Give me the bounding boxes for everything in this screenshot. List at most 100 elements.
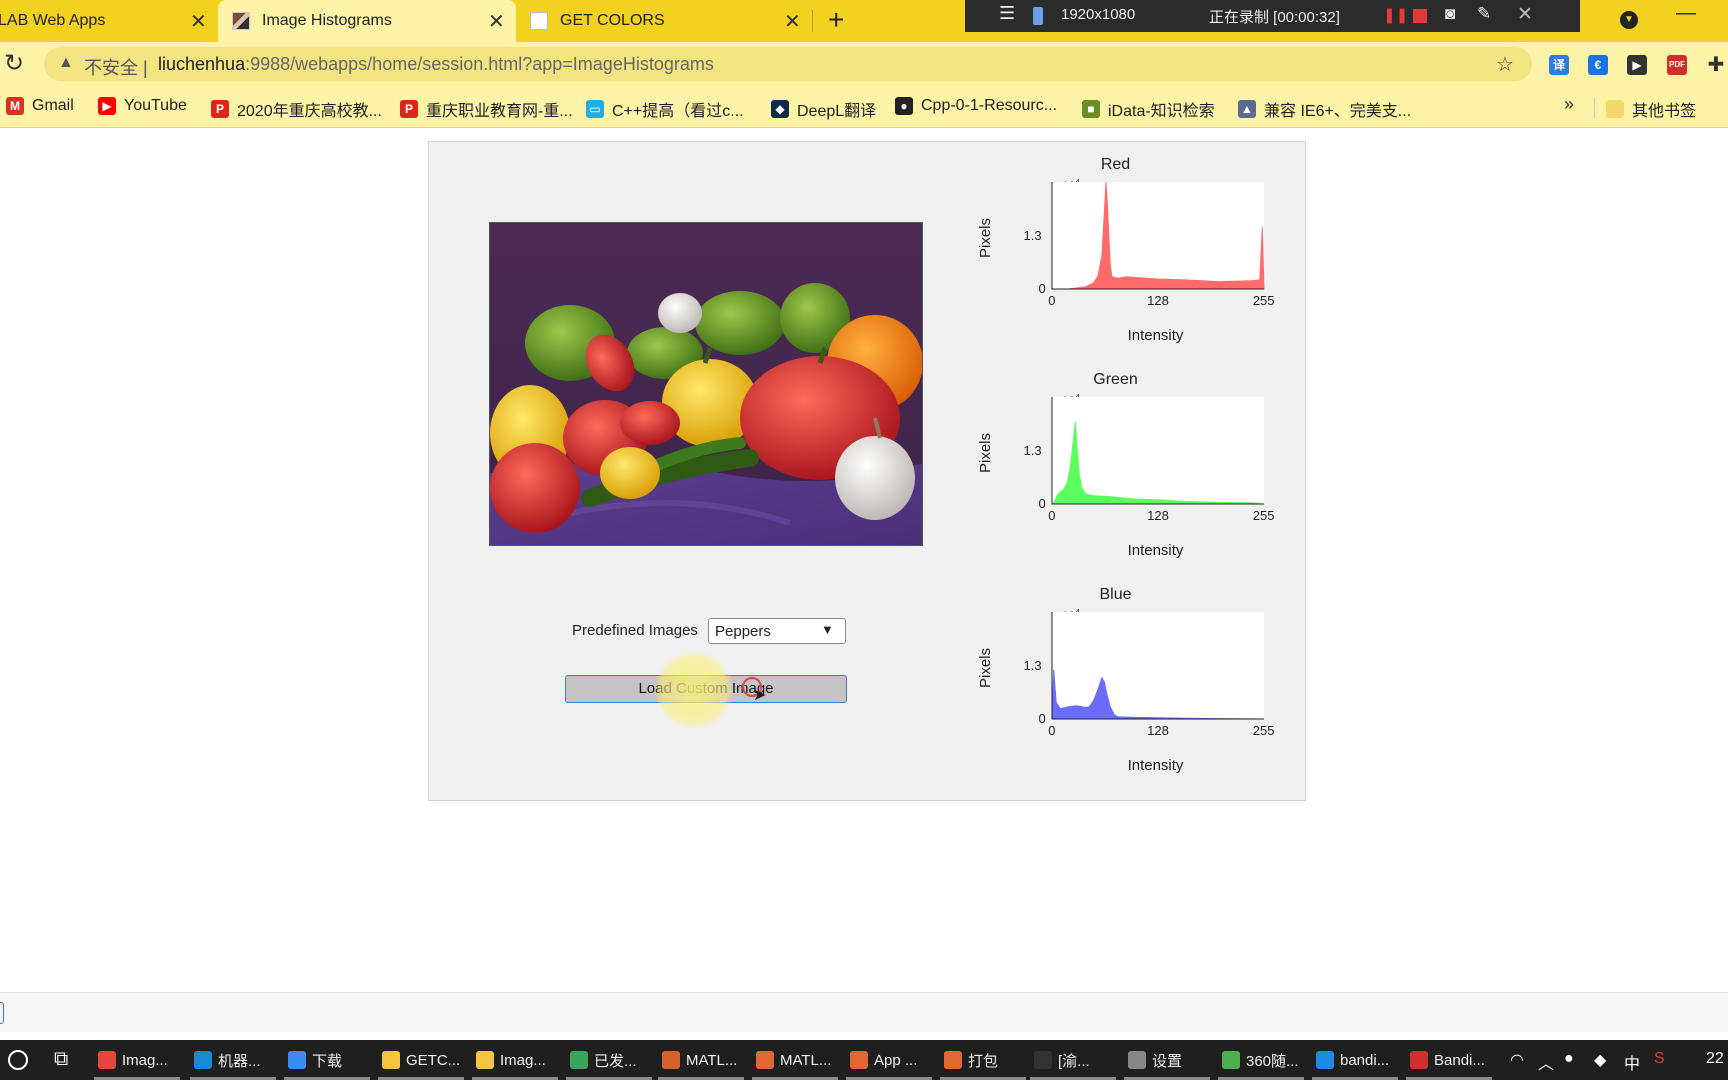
- taskbar-item[interactable]: 机器...: [188, 1040, 278, 1080]
- plot-area: [1052, 612, 1264, 719]
- taskbar-item[interactable]: Imag...: [470, 1040, 560, 1080]
- y-tick-label: 0: [1038, 711, 1046, 726]
- url-text[interactable]: liuchenhua:9988/webapps/home/session.htm…: [158, 54, 714, 75]
- plot-area: [1052, 397, 1264, 504]
- taskbar-item[interactable]: bandi...: [1310, 1040, 1400, 1080]
- taskbar-item[interactable]: 360随...: [1216, 1040, 1306, 1080]
- euro-extension-icon[interactable]: €: [1588, 55, 1608, 75]
- bookmark-item[interactable]: ▶ YouTube: [98, 97, 187, 115]
- bookmark-item[interactable]: M Gmail: [6, 97, 74, 115]
- dropdown-value: Peppers: [715, 623, 771, 640]
- blue-histogram: Blue×104PixelsIntensity012825501.3: [969, 582, 1274, 774]
- extensions-puzzle-icon[interactable]: ✚: [1706, 55, 1726, 75]
- bookmark-item[interactable]: P 2020年重庆高校教...: [211, 97, 382, 121]
- taskbar-label: 360随...: [1246, 1052, 1299, 1070]
- browser-title-bar: LAB Web Apps ✕ Image Histograms ✕ GET CO…: [0, 0, 1728, 42]
- idata-icon: ■: [1082, 100, 1100, 118]
- 360-icon: [1222, 1051, 1240, 1069]
- bandicam-icon: [1410, 1051, 1428, 1069]
- sogou-icon[interactable]: S: [1654, 1050, 1665, 1068]
- wechat-icon[interactable]: ●: [1564, 1050, 1574, 1068]
- matlab-pack-icon: [944, 1051, 962, 1069]
- shelf-item[interactable]: [0, 1002, 4, 1024]
- taskbar-label: Imag...: [500, 1051, 546, 1069]
- pause-icon[interactable]: ❚❚: [1383, 6, 1408, 24]
- bookmark-divider: [1594, 98, 1595, 118]
- close-icon[interactable]: ✕: [488, 9, 505, 34]
- chevron-up-icon[interactable]: ︿: [1538, 1050, 1554, 1074]
- security-label[interactable]: 不安全 |: [84, 54, 148, 80]
- minimize-icon[interactable]: —: [1676, 2, 1696, 25]
- close-icon[interactable]: ✕: [1517, 3, 1533, 26]
- search-circle-icon[interactable]: [8, 1050, 28, 1070]
- bookmark-item[interactable]: ▲ 兼容 IE6+、完美支...: [1238, 97, 1411, 121]
- taskbar-item[interactable]: 已发...: [564, 1040, 654, 1080]
- mouse-cursor-icon: ➤: [753, 687, 767, 704]
- taskbar-label: Imag...: [122, 1051, 168, 1069]
- warning-icon[interactable]: ▲: [58, 54, 74, 72]
- ime-indicator[interactable]: 中: [1624, 1050, 1640, 1074]
- predefined-images-dropdown[interactable]: Peppers ▼: [708, 618, 846, 644]
- separator: |: [143, 58, 148, 78]
- taskbar-item[interactable]: MATL...: [750, 1040, 840, 1080]
- settings-icon: [1128, 1051, 1146, 1069]
- pdf-extension-icon[interactable]: PDF: [1667, 55, 1687, 75]
- address-bar[interactable]: ▲ 不安全 | liuchenhua:9988/webapps/home/ses…: [44, 47, 1532, 81]
- camera-icon[interactable]: ◙: [1445, 4, 1455, 24]
- tab-divider: [812, 10, 813, 32]
- matlab-icon: [756, 1051, 774, 1069]
- reload-icon[interactable]: ↻: [4, 49, 24, 78]
- bookmark-star-icon[interactable]: ☆: [1496, 52, 1514, 77]
- x-tick-label: 255: [1252, 508, 1275, 523]
- bookmark-item[interactable]: ▭ C++提高（看过c...: [586, 97, 744, 121]
- arrow-extension-icon[interactable]: ▶: [1627, 55, 1647, 75]
- task-view-icon[interactable]: ⧉: [54, 1048, 68, 1071]
- taskbar-item[interactable]: App ...: [844, 1040, 934, 1080]
- taskbar-item[interactable]: 打包: [938, 1040, 1028, 1080]
- taskbar-label: 设置: [1152, 1052, 1183, 1070]
- p-icon: P: [211, 100, 229, 118]
- close-icon[interactable]: ✕: [190, 9, 207, 34]
- translate-extension-icon[interactable]: 译: [1549, 55, 1569, 75]
- taskbar-item[interactable]: 设置: [1122, 1040, 1212, 1080]
- bookmark-item[interactable]: P 重庆职业教育网-重...: [400, 97, 573, 121]
- tab-lab-web-apps[interactable]: LAB Web Apps ✕: [0, 0, 218, 42]
- taskbar-item[interactable]: GETC...: [376, 1040, 466, 1080]
- bookmark-label: YouTube: [124, 97, 187, 114]
- other-bookmarks-folder[interactable]: 其他书签: [1606, 97, 1696, 121]
- taskbar-item[interactable]: MATL...: [656, 1040, 746, 1080]
- insecure-text: 不安全: [84, 58, 138, 78]
- taskbar-item[interactable]: Bandi...: [1404, 1040, 1494, 1080]
- clock[interactable]: 22: [1706, 1050, 1724, 1068]
- more-bookmarks-icon[interactable]: »: [1564, 94, 1574, 115]
- red-histogram: Red×104PixelsIntensity012825501.3: [969, 152, 1274, 344]
- taskbar-item[interactable]: [渝...: [1028, 1040, 1118, 1080]
- peppers-image: [489, 222, 923, 546]
- folder-icon: [1606, 100, 1624, 118]
- p-icon: P: [400, 100, 418, 118]
- taskbar-item[interactable]: Imag...: [92, 1040, 182, 1080]
- pen-icon[interactable]: ✎: [1477, 4, 1491, 24]
- qq-icon[interactable]: ◆: [1594, 1050, 1606, 1070]
- taskbar-label: [渝...: [1058, 1052, 1090, 1070]
- wifi-icon[interactable]: ◠: [1510, 1050, 1524, 1070]
- x-tick-label: 255: [1252, 293, 1275, 308]
- bookmark-item[interactable]: ◆ DeepL翻译: [771, 97, 876, 121]
- taskbar-label: Bandi...: [1434, 1051, 1485, 1069]
- chevron-down-icon[interactable]: ▼: [1620, 11, 1638, 29]
- recorder-toolbar: ☰ 1920x1080 正在录制 [00:00:32] ❚❚ ◙ ✎ ✕: [965, 0, 1580, 32]
- close-icon[interactable]: ✕: [784, 9, 801, 34]
- bookmark-item[interactable]: ■ iData-知识检索: [1082, 97, 1215, 121]
- bookmark-item[interactable]: ● Cpp-0-1-Resourc...: [895, 97, 1057, 115]
- tab-get-colors[interactable]: GET COLORS ✕: [516, 0, 812, 42]
- y-tick-label: 0: [1038, 281, 1046, 296]
- taskbar-item[interactable]: 下载: [282, 1040, 372, 1080]
- menu-icon[interactable]: ☰: [999, 3, 1015, 24]
- tab-label: LAB Web Apps: [0, 12, 106, 29]
- taskbar-label: MATL...: [780, 1051, 832, 1069]
- y-tick-label: 0: [1038, 496, 1046, 511]
- new-tab-button[interactable]: +: [828, 4, 844, 36]
- pin-icon[interactable]: [1033, 7, 1043, 25]
- stop-icon[interactable]: [1413, 9, 1427, 23]
- tab-image-histograms[interactable]: Image Histograms ✕: [218, 0, 516, 42]
